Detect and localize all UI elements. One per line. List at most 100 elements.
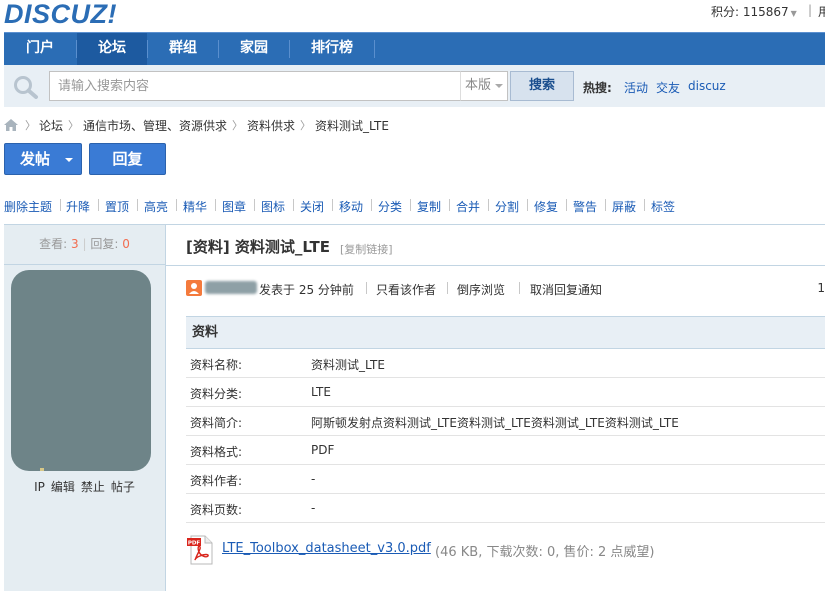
mod-category[interactable]: 分类 (378, 198, 402, 215)
ban-user-link[interactable]: 禁止 (81, 480, 105, 494)
new-post-label: 发帖 (20, 150, 51, 168)
ip-link[interactable]: IP (34, 480, 45, 494)
credit-dropdown[interactable]: 积分: 115867 ▼ (711, 3, 797, 20)
site-logo[interactable]: DISCUZ! (4, 0, 117, 30)
row-label: 资料格式: (190, 445, 243, 459)
divider (366, 282, 367, 294)
chevron-down-icon (495, 84, 503, 88)
mod-stamp[interactable]: 图章 (222, 198, 246, 215)
mod-split[interactable]: 分割 (495, 198, 519, 215)
mod-digest[interactable]: 精华 (183, 198, 207, 215)
table-row: 资料分类: LTE (186, 378, 825, 407)
hot-search-label: 热搜: (583, 81, 612, 95)
edit-user-link[interactable]: 编辑 (51, 480, 75, 494)
breadcrumb-separator: 〉 (68, 119, 79, 132)
mod-divider (605, 199, 606, 211)
attachment-meta: (46 KB, 下载次数: 0, 售价: 2 点威望) (435, 545, 655, 560)
cancel-notify-link[interactable]: 取消回复通知 (530, 281, 602, 298)
mod-divider (488, 199, 489, 211)
mod-highlight[interactable]: 高亮 (144, 198, 168, 215)
table-row: 资料简介: 阿斯顿发射点资料测试_LTE资料测试_LTE资料测试_LTE资料测试… (186, 407, 825, 436)
mod-copy[interactable]: 复制 (417, 198, 441, 215)
row-label: 资料简介: (190, 416, 243, 430)
row-value: 阿斯顿发射点资料测试_LTE资料测试_LTE资料测试_LTE资料测试_LTE (311, 416, 679, 430)
mod-divider (410, 199, 411, 211)
user-menu-link[interactable]: 用 (818, 3, 825, 20)
search-icon (14, 76, 38, 99)
views-label: 查看: (39, 237, 68, 251)
divider: | (82, 237, 87, 251)
row-label: 资料名称: (190, 358, 243, 372)
mod-divider (527, 199, 528, 211)
nav-item-ranking[interactable]: 排行榜 (290, 33, 374, 65)
author-name-redacted[interactable] (205, 281, 257, 294)
table-heading: 资料 (186, 316, 825, 349)
post-author-bar: 发表于 25 分钟前 只看该作者 倒序浏览 取消回复通知 1 (166, 278, 825, 298)
thread-title-row: [资料] 资料测试_LTE [复制链接] (166, 225, 825, 266)
mod-divider (60, 199, 61, 211)
replies-count: 0 (122, 237, 130, 251)
copy-link-button[interactable]: [复制链接] (340, 241, 393, 257)
credit-label: 积分: 115867 (711, 5, 789, 19)
user-posts-link[interactable]: 帖子 (111, 480, 135, 494)
attachment: PDF LTE_Toolbox_datasheet_v3.0.pdf (46 K… (186, 535, 746, 567)
breadcrumb-separator: 〉 (232, 119, 243, 132)
mod-ban[interactable]: 屏蔽 (612, 198, 636, 215)
avatar[interactable] (11, 270, 151, 471)
mod-tag[interactable]: 标签 (651, 198, 675, 215)
table-row: 资料名称: 资料测试_LTE (186, 349, 825, 378)
nav-item-portal[interactable]: 门户 (4, 33, 76, 65)
thread-title: [资料] 资料测试_LTE (186, 238, 330, 256)
views-count: 3 (71, 237, 79, 251)
mod-repair[interactable]: 修复 (534, 198, 558, 215)
replies-label: 回复: (90, 237, 119, 251)
nav-item-home[interactable]: 家园 (219, 33, 289, 65)
mod-warn[interactable]: 警告 (573, 198, 597, 215)
reply-button[interactable]: 回复 (89, 143, 166, 175)
mod-icon[interactable]: 图标 (261, 198, 285, 215)
user-admin-actions: IP 编辑 禁止 帖子 (4, 478, 165, 495)
search-button[interactable]: 搜索 (510, 71, 574, 101)
hot-search-link[interactable]: discuz (688, 79, 726, 93)
pdf-file-icon: PDF (187, 535, 213, 565)
thread-stats: 查看: 3 | 回复: 0 (4, 225, 165, 265)
hot-search-link[interactable]: 交友 (656, 79, 680, 96)
mod-divider (254, 199, 255, 211)
home-icon[interactable] (4, 119, 18, 131)
avatar-decoration (40, 468, 44, 471)
mod-divider (644, 199, 645, 211)
breadcrumb-item[interactable]: 通信市场、管理、资源供求 (83, 117, 227, 134)
pdf-icon-text: PDF (188, 541, 201, 547)
mod-divider (137, 199, 138, 211)
search-scope-select[interactable]: 本版 (460, 71, 508, 101)
mod-divider (176, 199, 177, 211)
nav-item-group[interactable]: 群组 (148, 33, 218, 65)
reverse-order-link[interactable]: 倒序浏览 (457, 281, 505, 298)
attachment-link[interactable]: LTE_Toolbox_datasheet_v3.0.pdf (222, 541, 431, 556)
row-label: 资料分类: (190, 387, 243, 401)
new-post-button[interactable]: 发帖 (4, 143, 82, 175)
search-input[interactable] (49, 71, 461, 101)
only-author-link[interactable]: 只看该作者 (376, 281, 436, 298)
mod-move[interactable]: 移动 (339, 198, 363, 215)
row-label: 资料页数: (190, 503, 243, 517)
online-user-icon (186, 280, 202, 296)
breadcrumb-item[interactable]: 论坛 (39, 117, 63, 134)
main-nav: 门户 论坛 群组 家园 排行榜 (4, 32, 825, 65)
table-row: 资料格式: PDF (186, 436, 825, 465)
breadcrumb-item[interactable]: 资料供求 (247, 117, 295, 134)
search-scope-label: 本版 (465, 78, 492, 93)
nav-item-forum[interactable]: 论坛 (77, 33, 147, 65)
search-bar: 本版 搜索 热搜: 活动 交友 discuz (4, 65, 825, 107)
breadcrumb-current[interactable]: 资料测试_LTE (315, 117, 389, 134)
mod-divider (98, 199, 99, 211)
mod-sticky[interactable]: 置顶 (105, 198, 129, 215)
mod-close[interactable]: 关闭 (300, 198, 324, 215)
table-row: 资料页数: - (186, 494, 825, 523)
mod-divider (566, 199, 567, 211)
mod-delete-thread[interactable]: 删除主题 (4, 198, 52, 215)
mod-bump[interactable]: 升降 (66, 198, 90, 215)
mod-merge[interactable]: 合并 (456, 198, 480, 215)
divider (447, 282, 448, 294)
hot-search-link[interactable]: 活动 (624, 79, 648, 96)
